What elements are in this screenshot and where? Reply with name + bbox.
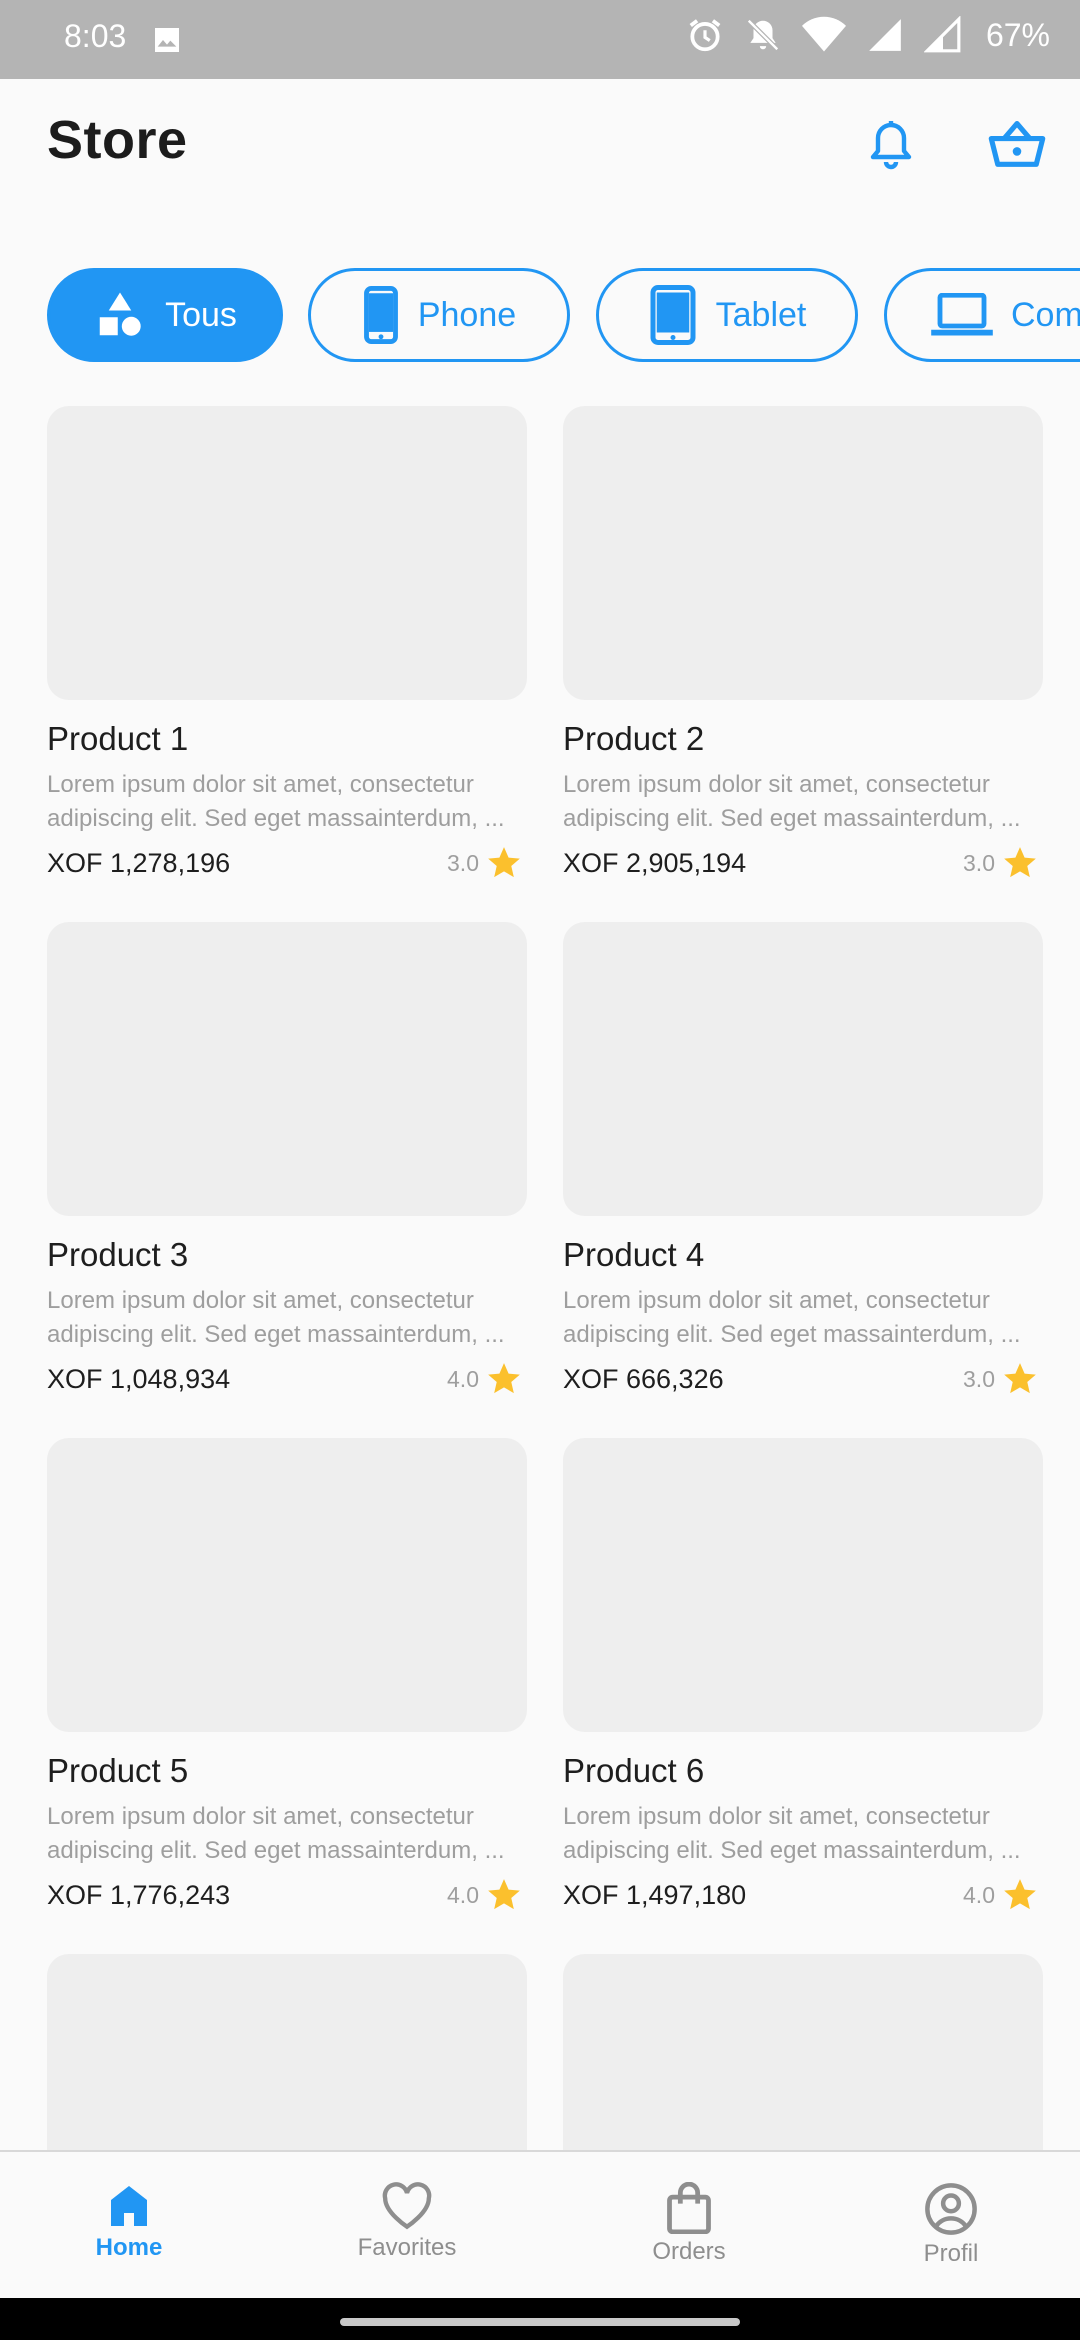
product-description: Lorem ipsum dolor sit amet, consectetur a… bbox=[47, 1803, 505, 1864]
product-price: XOF 1,278,196 bbox=[47, 848, 231, 878]
basket-icon bbox=[988, 121, 1046, 167]
notifications-button[interactable] bbox=[855, 109, 927, 181]
category-chips: Tous Phone Tablet Comp bbox=[0, 268, 1080, 364]
mute-notifications-icon bbox=[747, 19, 779, 51]
nav-favorites[interactable]: Favorites bbox=[307, 2182, 507, 2292]
product-image-placeholder bbox=[563, 1954, 1043, 2150]
signal-weak-icon bbox=[923, 16, 961, 53]
product-name: Product 2 bbox=[563, 720, 705, 757]
product-grid: Product 1 Lorem ipsum dolor sit amet, co… bbox=[0, 406, 1080, 2150]
status-time: 8:03 bbox=[64, 18, 127, 54]
nav-home[interactable]: Home bbox=[29, 2182, 229, 2292]
product-image-placeholder bbox=[47, 1954, 527, 2150]
product-image-placeholder bbox=[563, 406, 1043, 700]
product-card[interactable]: Product 6 Lorem ipsum dolor sit amet, co… bbox=[563, 1438, 1043, 1918]
product-rating: 4.0 bbox=[447, 1360, 523, 1398]
rating-value: 4.0 bbox=[447, 1881, 479, 1908]
product-card[interactable]: Product 2 Lorem ipsum dolor sit amet, co… bbox=[563, 406, 1043, 886]
home-icon bbox=[111, 2186, 147, 2226]
home-gesture-pill[interactable] bbox=[340, 2318, 740, 2326]
product-image-placeholder bbox=[47, 922, 527, 1216]
product-price: XOF 1,497,180 bbox=[563, 1880, 747, 1910]
product-rating: 4.0 bbox=[963, 1876, 1039, 1914]
star-icon bbox=[1004, 1879, 1036, 1910]
star-icon bbox=[488, 1363, 520, 1394]
star-icon bbox=[1004, 1363, 1036, 1394]
chip-computer[interactable]: Comp bbox=[884, 268, 1080, 362]
bottom-navigation: Home Favorites Orders Profil bbox=[0, 2150, 1080, 2298]
product-image-placeholder bbox=[47, 406, 527, 700]
laptop-icon bbox=[931, 293, 993, 336]
nav-label: Profil bbox=[923, 2240, 979, 2267]
chip-label: Comp bbox=[1011, 295, 1080, 334]
shapes-icon bbox=[99, 292, 141, 336]
signal-icon bbox=[869, 19, 901, 51]
product-price: XOF 666,326 bbox=[563, 1364, 724, 1394]
chip-label: Tablet bbox=[715, 295, 807, 334]
star-icon bbox=[1004, 847, 1036, 878]
product-image-placeholder bbox=[563, 922, 1043, 1216]
nav-label: Orders bbox=[652, 2238, 726, 2265]
nav-label: Home bbox=[95, 2234, 163, 2261]
product-card[interactable] bbox=[563, 1954, 1043, 2150]
chip-tous[interactable]: Tous bbox=[47, 268, 283, 362]
system-nav-bar bbox=[0, 2298, 1080, 2340]
rating-value: 3.0 bbox=[963, 1365, 995, 1392]
product-card[interactable]: Product 4 Lorem ipsum dolor sit amet, co… bbox=[563, 922, 1043, 1402]
product-description: Lorem ipsum dolor sit amet, consectetur a… bbox=[563, 771, 1021, 832]
rating-value: 3.0 bbox=[963, 849, 995, 876]
cart-button[interactable] bbox=[981, 109, 1053, 181]
chip-label: Phone bbox=[417, 295, 517, 334]
alarm-icon bbox=[689, 19, 721, 52]
product-name: Product 4 bbox=[563, 1236, 705, 1273]
product-image-placeholder bbox=[563, 1438, 1043, 1732]
nav-profil[interactable]: Profil bbox=[851, 2182, 1051, 2292]
rating-value: 3.0 bbox=[447, 849, 479, 876]
product-price: XOF 2,905,194 bbox=[563, 848, 747, 878]
chip-tablet[interactable]: Tablet bbox=[596, 268, 858, 362]
product-rating: 4.0 bbox=[447, 1876, 523, 1914]
product-rating: 3.0 bbox=[963, 1360, 1039, 1398]
battery-level: 67% bbox=[985, 16, 1050, 53]
rating-value: 4.0 bbox=[963, 1881, 995, 1908]
product-card[interactable]: Product 5 Lorem ipsum dolor sit amet, co… bbox=[47, 1438, 527, 1918]
product-card[interactable]: Product 3 Lorem ipsum dolor sit amet, co… bbox=[47, 922, 527, 1402]
rating-value: 4.0 bbox=[447, 1365, 479, 1392]
app-bar: Store bbox=[0, 79, 1080, 209]
product-rating: 3.0 bbox=[447, 844, 523, 882]
tablet-icon bbox=[650, 285, 696, 345]
image-notification-icon bbox=[155, 28, 179, 52]
wifi-icon: x bbox=[801, 16, 846, 52]
phone-icon bbox=[363, 286, 398, 344]
svg-text:x: x bbox=[833, 17, 839, 29]
product-price: XOF 1,048,934 bbox=[47, 1364, 231, 1394]
status-bar: 8:03 x 67% bbox=[0, 0, 1080, 79]
star-icon bbox=[488, 1879, 520, 1910]
account-circle-icon bbox=[925, 2183, 977, 2235]
chip-label: Tous bbox=[165, 295, 237, 334]
product-description: Lorem ipsum dolor sit amet, consectetur a… bbox=[47, 1287, 505, 1348]
product-name: Product 3 bbox=[47, 1236, 189, 1273]
product-card[interactable] bbox=[47, 1954, 527, 2150]
product-description: Lorem ipsum dolor sit amet, consectetur a… bbox=[563, 1803, 1021, 1864]
nav-label: Favorites bbox=[357, 2234, 457, 2261]
product-name: Product 5 bbox=[47, 1752, 189, 1789]
product-name: Product 6 bbox=[563, 1752, 705, 1789]
page-title: Store bbox=[47, 110, 188, 170]
product-description: Lorem ipsum dolor sit amet, consectetur a… bbox=[563, 1287, 1021, 1348]
nav-orders[interactable]: Orders bbox=[589, 2182, 789, 2292]
chip-phone[interactable]: Phone bbox=[308, 268, 570, 362]
product-description: Lorem ipsum dolor sit amet, consectetur a… bbox=[47, 771, 505, 832]
product-rating: 3.0 bbox=[963, 844, 1039, 882]
product-price: XOF 1,776,243 bbox=[47, 1880, 231, 1910]
bell-icon bbox=[870, 121, 912, 170]
star-icon bbox=[488, 847, 520, 878]
shopping-bag-icon bbox=[667, 2182, 711, 2234]
product-card[interactable]: Product 1 Lorem ipsum dolor sit amet, co… bbox=[47, 406, 527, 886]
heart-icon bbox=[382, 2182, 432, 2230]
product-image-placeholder bbox=[47, 1438, 527, 1732]
product-name: Product 1 bbox=[47, 720, 189, 757]
